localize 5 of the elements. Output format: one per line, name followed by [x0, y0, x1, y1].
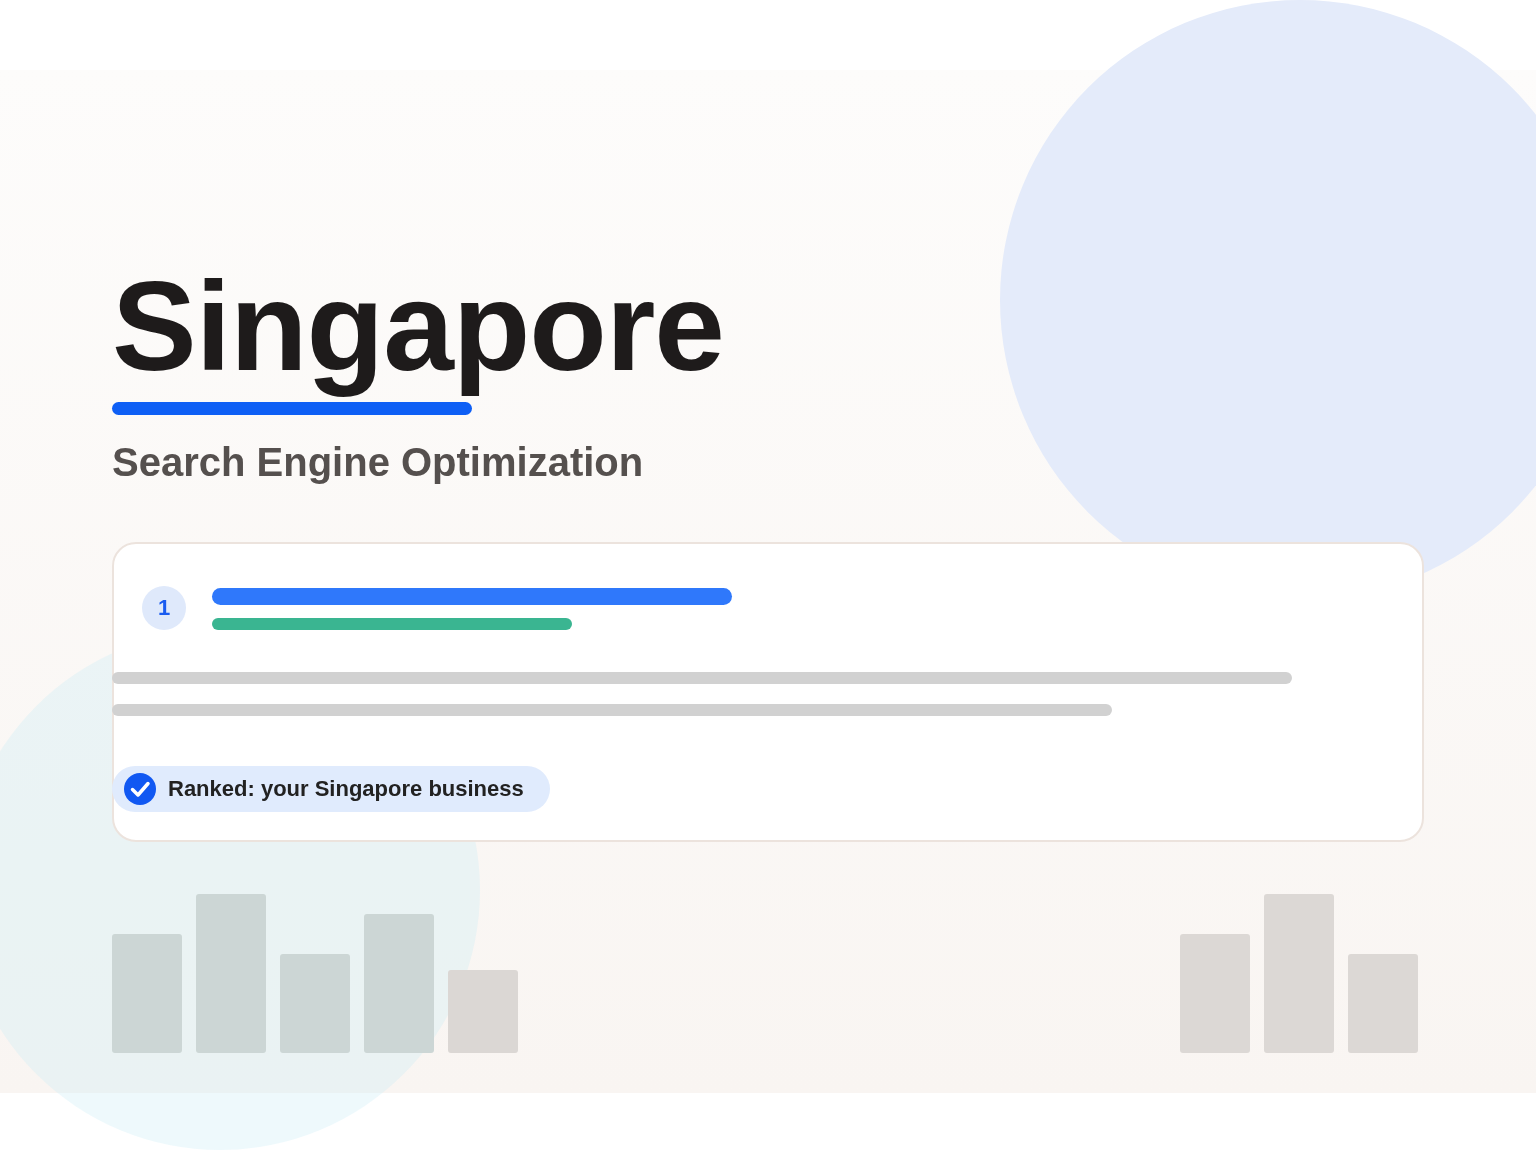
rank-badge: 1: [142, 586, 186, 631]
page-subtitle: Search Engine Optimization: [112, 442, 644, 483]
check-icon: [124, 773, 156, 806]
chip-label: Ranked: your Singapore business: [168, 776, 524, 803]
page-title: Singapore: [112, 254, 724, 399]
